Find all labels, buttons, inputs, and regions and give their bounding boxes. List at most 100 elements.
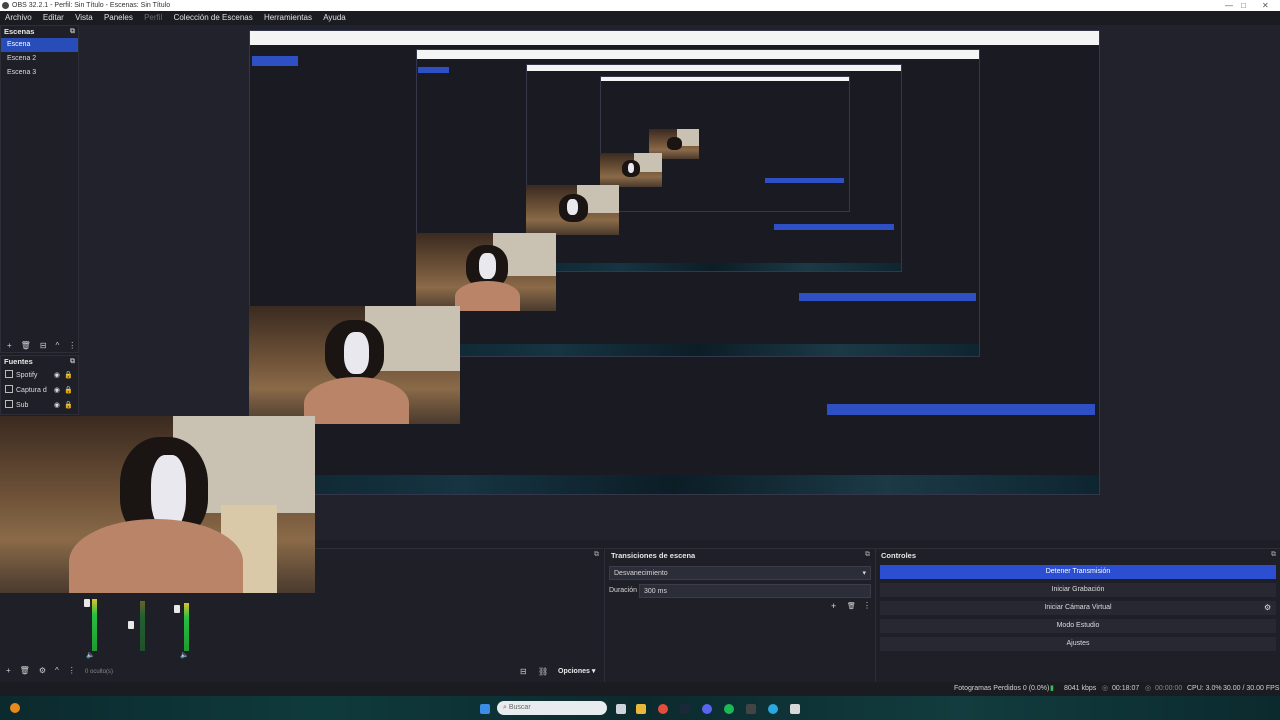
signal-icon: ▮ <box>1050 685 1054 692</box>
lock-icon[interactable]: 🔒 <box>64 383 73 398</box>
sources-toolbar: + 🗑 ⚙ ^ ⋮ 0 oculto(s) <box>0 665 315 677</box>
more-icon[interactable]: ⋮ <box>68 341 76 350</box>
chevron-up-icon[interactable]: ^ <box>55 666 59 675</box>
trash-icon[interactable]: 🗑 <box>21 341 31 350</box>
chevron-up-icon[interactable]: ^ <box>56 341 60 350</box>
weather-icon[interactable] <box>10 703 20 713</box>
menu-herramientas[interactable]: Herramientas <box>264 13 312 22</box>
webcam-view-2 <box>416 233 556 311</box>
source-type-icon <box>5 385 13 393</box>
add-icon[interactable]: + <box>6 666 11 675</box>
captured-titlebar-2 <box>417 50 979 60</box>
captured-stream-button-2 <box>799 293 977 301</box>
file-explorer-icon[interactable] <box>636 704 646 714</box>
undock-icon[interactable]: ⧉ <box>70 26 75 38</box>
link-icon[interactable]: ⛓ <box>538 667 548 676</box>
stream-icon: ◎ <box>1102 685 1109 692</box>
task-view-icon[interactable] <box>616 704 626 714</box>
undock-icon[interactable]: ⧉ <box>594 551 599 559</box>
eye-icon[interactable]: ◉ <box>54 368 60 383</box>
menu-ayuda[interactable]: Ayuda <box>323 13 346 22</box>
speaker-icon[interactable]: 🔈 <box>86 651 95 659</box>
webcam-view-3 <box>526 185 619 235</box>
scenes-title: Escenas ⧉ <box>4 26 75 38</box>
spotify-icon[interactable] <box>724 704 734 714</box>
obs-icon[interactable] <box>746 704 756 714</box>
title-bar: OBS 32.2.1 - Perfil: Sin Título - Escena… <box>0 0 1280 11</box>
windows-start-icon[interactable] <box>480 704 490 714</box>
dropped-frames: Fotogramas Perdidos 0 (0.0%) <box>954 685 1050 692</box>
options-button[interactable]: Opciones ▾ <box>558 667 595 675</box>
more-icon[interactable]: ⋮ <box>863 601 871 610</box>
undock-icon[interactable]: ⧉ <box>70 356 75 368</box>
lock-icon[interactable]: 🔒 <box>64 368 73 383</box>
speaker-icon[interactable]: 🔈 <box>180 651 189 659</box>
add-icon[interactable]: + <box>831 601 836 611</box>
trash-icon[interactable]: 🗑 <box>847 602 856 610</box>
start-virtual-camera-button[interactable]: Iniciar Cámara Virtual <box>880 601 1276 615</box>
maximize-button[interactable]: □ <box>1241 0 1246 11</box>
source-item-captura[interactable]: Captura d ◉ 🔒 <box>1 383 78 398</box>
app-icon[interactable] <box>790 704 800 714</box>
taskbar-search-input[interactable]: ⌕ Buscar <box>497 701 607 715</box>
search-icon: ⌕ <box>503 704 507 711</box>
duration-field[interactable]: 300 ms <box>639 584 871 598</box>
menu-perfil[interactable]: Perfil <box>144 13 162 22</box>
minimize-button[interactable]: — <box>1225 0 1233 11</box>
layout-icon[interactable]: ⊟ <box>520 667 527 676</box>
gear-icon[interactable]: ⚙ <box>39 666 46 675</box>
gear-icon[interactable]: ⚙ <box>1264 603 1271 612</box>
sources-title: Fuentes ⧉ <box>4 356 75 368</box>
source-type-icon <box>5 400 13 408</box>
fps: 30.00 / 30.00 FPS <box>1223 685 1280 692</box>
chrome-icon[interactable] <box>658 704 668 714</box>
volume-slider[interactable] <box>84 599 90 607</box>
lock-icon[interactable]: 🔒 <box>64 398 73 413</box>
volume-slider[interactable] <box>128 621 134 629</box>
studio-mode-button[interactable]: Modo Estudio <box>880 619 1276 633</box>
eye-icon[interactable]: ◉ <box>54 398 60 413</box>
webcam-overlay <box>0 416 315 593</box>
source-item-spotify[interactable]: Spotify ◉ 🔒 <box>1 368 78 383</box>
record-time: 00:00:00 <box>1155 685 1183 692</box>
chevron-down-icon: ▾ <box>862 570 866 577</box>
undock-icon[interactable]: ⧉ <box>1271 551 1276 559</box>
stop-stream-button[interactable]: Detener Transmisión <box>880 565 1276 579</box>
settings-button[interactable]: Ajustes <box>880 637 1276 651</box>
audio-mixer-dock: 🔈 🔈 + 🗑 ⚙ ^ ⋮ 0 oculto(s) <box>0 593 315 682</box>
scene-item-escena-2[interactable]: Escena 2 <box>1 52 78 66</box>
record-icon: ◎ <box>1145 685 1152 692</box>
source-item-sub[interactable]: Sub ◉ 🔒 <box>1 398 78 413</box>
filter-icon[interactable]: ⊟ <box>40 341 47 350</box>
undock-icon[interactable]: ⧉ <box>865 551 870 559</box>
more-icon[interactable]: ⋮ <box>68 666 76 675</box>
scene-item-escena[interactable]: Escena <box>1 38 78 52</box>
menu-paneles[interactable]: Paneles <box>104 13 133 22</box>
steam-icon[interactable] <box>680 704 690 714</box>
status-bar: Fotogramas Perdidos 0 (0.0%) ▮ 8041 kbps… <box>0 682 1280 696</box>
mixer-panel: ⧉ ⊟ ⛓ Opciones ▾ <box>315 548 603 683</box>
audio-meter <box>184 603 189 651</box>
eye-icon[interactable]: ◉ <box>54 383 60 398</box>
menu-archivo[interactable]: Archivo <box>5 13 32 22</box>
menu-coleccion-escenas[interactable]: Colección de Escenas <box>174 13 253 22</box>
menu-vista[interactable]: Vista <box>75 13 93 22</box>
start-recording-button[interactable]: Iniciar Grabación <box>880 583 1276 597</box>
captured-titlebar-4 <box>601 77 849 82</box>
bitrate: 8041 kbps <box>1064 685 1097 692</box>
recursive-capture-frame-4 <box>600 76 850 212</box>
transitions-dock: Transiciones de escena ⧉ Desvanecimiento… <box>604 548 875 683</box>
trash-icon[interactable]: 🗑 <box>20 666 30 675</box>
close-button[interactable]: ✕ <box>1262 0 1269 11</box>
discord-icon[interactable] <box>702 704 712 714</box>
captured-taskbar-2 <box>417 343 979 356</box>
menu-editar[interactable]: Editar <box>43 13 64 22</box>
menu-bar: Archivo Editar Vista Paneles Perfil Cole… <box>0 11 1280 25</box>
browser-icon[interactable] <box>768 704 778 714</box>
transition-type-select[interactable]: Desvanecimiento ▾ <box>609 566 871 580</box>
scene-item-escena-3[interactable]: Escena 3 <box>1 66 78 80</box>
add-icon[interactable]: + <box>7 341 12 350</box>
audio-meter <box>92 599 97 651</box>
duration-label: Duración <box>609 587 638 594</box>
volume-slider[interactable] <box>174 605 180 613</box>
